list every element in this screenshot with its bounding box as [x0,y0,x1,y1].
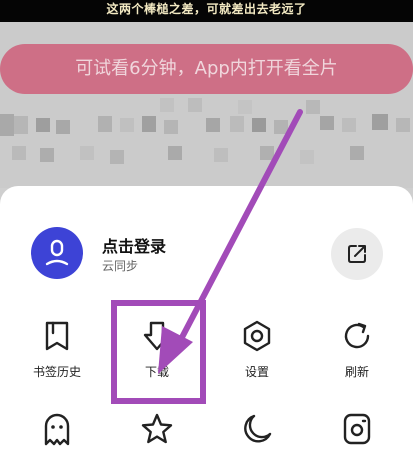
annotation-arrow-icon [158,109,303,374]
